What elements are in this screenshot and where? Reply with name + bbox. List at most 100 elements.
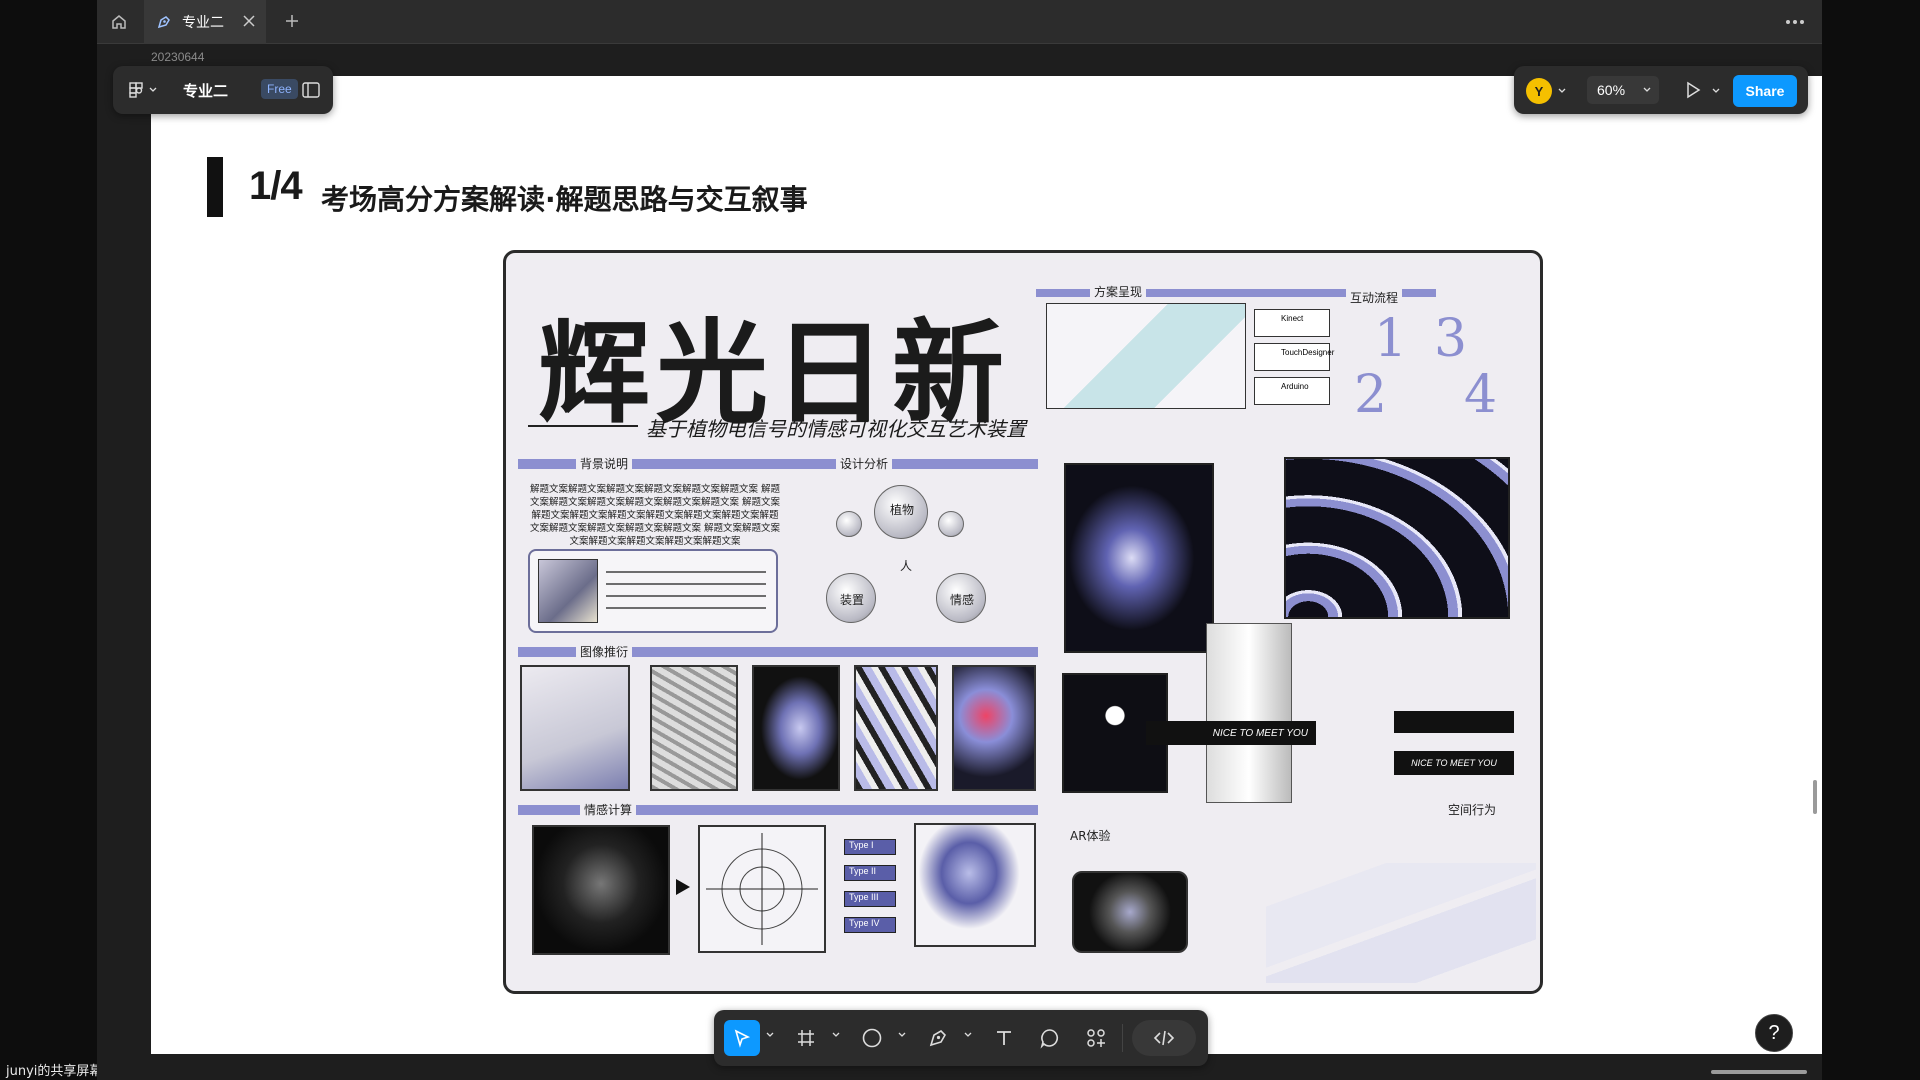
installation-cube-right	[1284, 457, 1510, 619]
close-icon[interactable]	[242, 14, 256, 28]
tab-file-label: 专业二	[182, 15, 224, 31]
type-item: Type I	[844, 839, 896, 855]
title-accent-bar	[207, 157, 223, 217]
poster-divider	[528, 425, 638, 427]
nice-to-meet-you-text: NICE TO MEET YOU	[1212, 727, 1308, 739]
triad-circle-small	[938, 511, 964, 537]
more-icon[interactable]	[1784, 12, 1806, 32]
screen-right-margin	[1822, 0, 1920, 1080]
poster-subtitle: 基于植物电信号的情感可视化交互艺术装置	[646, 417, 1026, 441]
tab-file[interactable]: 专业二	[144, 0, 266, 44]
device-list: Kinect TouchDesigner Arduino	[1254, 309, 1334, 405]
slide-index: 1/4	[249, 164, 303, 208]
play-icon[interactable]	[1684, 81, 1702, 99]
zoom-dropdown[interactable]: 60%	[1587, 76, 1659, 104]
chevron-down-icon[interactable]	[1558, 88, 1566, 94]
file-menu-card: 专业二 Free	[113, 66, 333, 114]
type-list: Type I Type II Type III Type IV	[844, 839, 896, 933]
design-file-icon	[157, 16, 170, 29]
frame-label[interactable]: 20230644	[151, 50, 204, 64]
imagery-sketch-2	[650, 665, 738, 791]
file-name[interactable]: 专业二	[183, 80, 228, 101]
bottom-toolbar	[714, 1010, 1208, 1066]
chevron-down-icon[interactable]	[1712, 88, 1720, 94]
poster-body-text: 解题文案解题文案解题文案解题文案解题文案解题文案 解题 文案解题文案解题文案解题…	[520, 483, 790, 548]
type-item: Type III	[844, 891, 896, 907]
installation-cube-left	[1064, 463, 1214, 653]
user-avatar[interactable]: Y	[1526, 78, 1552, 104]
section-label-space: 空间行为	[1444, 801, 1501, 818]
installation-pillar	[1206, 623, 1292, 803]
sidebar-toggle-icon[interactable]	[301, 81, 321, 99]
plan-badge[interactable]: Free	[261, 79, 298, 99]
chevron-down-icon[interactable]	[766, 1032, 774, 1038]
section-label-emotion: 情感计算	[580, 801, 637, 818]
share-button[interactable]: Share	[1733, 75, 1797, 107]
pen-icon	[929, 1030, 946, 1047]
vertical-scrollbar[interactable]	[1813, 780, 1817, 814]
device-item: TouchDesigner	[1254, 343, 1334, 371]
shape-tool-button[interactable]	[854, 1020, 890, 1056]
screen-left-margin: junyi的共享屏幕	[0, 0, 102, 1080]
imagery-sketch-1	[520, 665, 630, 791]
dev-mode-button[interactable]	[1132, 1020, 1196, 1056]
home-icon	[112, 15, 126, 29]
nice-to-meet-you-card: NICE TO MEET YOU	[1394, 751, 1514, 775]
step-number: 3	[1434, 309, 1468, 369]
chevron-down-icon[interactable]	[898, 1032, 906, 1038]
cursor-icon	[734, 1029, 751, 1048]
canvas[interactable]: 20230644 1/4 考场高分方案解读·解题思路与交互叙事 辉光日新 基于植…	[97, 44, 1822, 1080]
tab-bar: 专业二	[97, 0, 1822, 44]
help-button[interactable]: ?	[1755, 1014, 1793, 1052]
nice-to-meet-you-card	[1394, 711, 1514, 733]
quadrant-chart	[706, 833, 818, 945]
spatial-panels	[1266, 863, 1536, 983]
arrow-right-icon	[676, 879, 690, 895]
header-actions-card: Y 60% Share	[1514, 66, 1808, 114]
plus-icon[interactable]	[283, 12, 301, 30]
move-tool-button[interactable]	[724, 1020, 760, 1056]
comment-tool-button[interactable]	[1032, 1020, 1068, 1056]
poster-body-line: 文案解题文案解题文案解题文案解题文案 解题文案解题文案	[529, 523, 781, 534]
scheme-sketch-box	[1046, 303, 1246, 409]
components-icon	[1087, 1029, 1105, 1047]
type-item: Type IV	[844, 917, 896, 933]
emotion-face-mesh	[532, 825, 670, 955]
triad-circle-small	[836, 511, 862, 537]
code-icon	[1153, 1030, 1175, 1046]
ellipse-icon	[862, 1028, 882, 1048]
text-tool-button[interactable]	[986, 1020, 1022, 1056]
chevron-down-icon[interactable]	[149, 87, 157, 93]
section-label-scheme: 方案呈现	[1090, 283, 1147, 300]
note-thumbnail	[538, 559, 598, 623]
poster-body-line: 解题文案解题文案解题文案解题文案解题文案解题文案 解题	[529, 484, 781, 495]
note-handwriting	[606, 561, 766, 619]
slide-frame[interactable]: 1/4 考场高分方案解读·解题思路与交互叙事 辉光日新 基于植物电信号的情感可视…	[151, 76, 1822, 1054]
section-label-design: 设计分析	[836, 455, 893, 472]
text-icon	[997, 1031, 1011, 1045]
screen-share-label: junyi的共享屏幕	[6, 1064, 103, 1079]
chevron-down-icon[interactable]	[832, 1032, 840, 1038]
home-button[interactable]	[97, 0, 141, 44]
section-label-background: 背景说明	[576, 455, 633, 472]
zoom-value: 60%	[1597, 82, 1626, 98]
poster-body-line: 解题文案解题文案解题文案解题文案解题文案解题文案解题	[531, 510, 779, 521]
horizontal-scrollbar[interactable]	[1711, 1070, 1807, 1074]
figma-app: 专业二 20230644 1/4 考场高分方案解读·解题思路与交互叙事 辉光日新…	[97, 0, 1822, 1080]
chevron-down-icon[interactable]	[964, 1032, 972, 1038]
comment-icon	[1040, 1029, 1059, 1049]
emotion-quadrant-diagram	[698, 825, 826, 953]
nice-to-meet-you-text: NICE TO MEET YOU	[1411, 758, 1497, 768]
poster-image[interactable]: 辉光日新 基于植物电信号的情感可视化交互艺术装置 背景说明 设计分析 解题文案解…	[503, 250, 1543, 994]
main-menu-icon[interactable]	[127, 81, 145, 99]
slide-title: 考场高分方案解读·解题思路与交互叙事	[321, 183, 808, 216]
pen-tool-button[interactable]	[920, 1020, 956, 1056]
type-item: Type II	[844, 865, 896, 881]
triad-label-emotion: 情感	[950, 593, 975, 607]
frame-tool-button[interactable]	[788, 1020, 824, 1056]
triad-label-plant: 植物	[890, 503, 915, 517]
resources-tool-button[interactable]	[1078, 1020, 1114, 1056]
triad-label-device: 装置	[840, 593, 865, 607]
frame-icon	[798, 1030, 814, 1046]
emotion-plant-sketch	[914, 823, 1036, 947]
